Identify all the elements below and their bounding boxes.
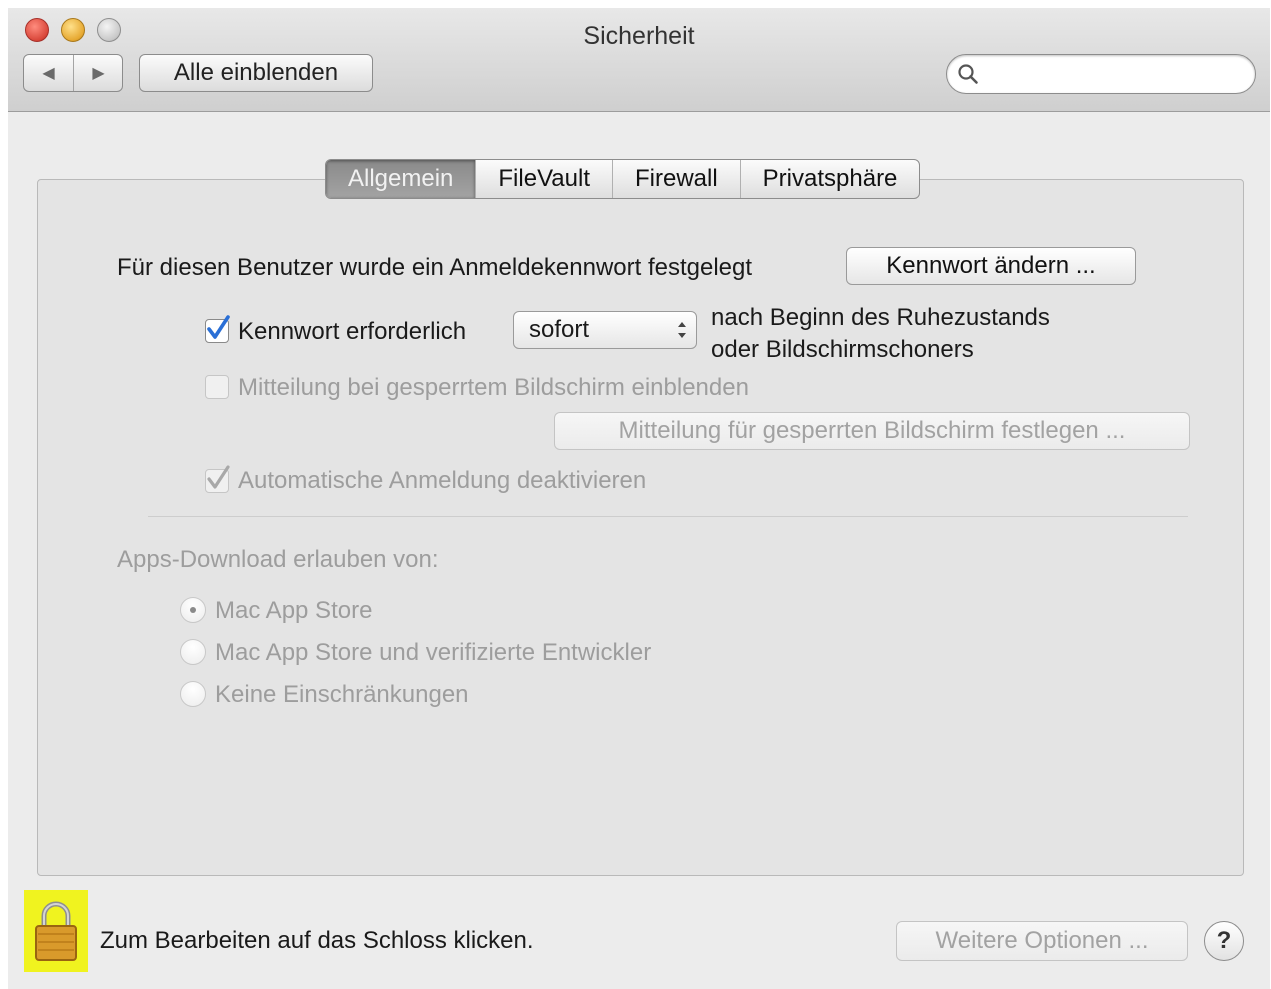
set-lock-message-button[interactable]: Mitteilung für gesperrten Bildschirm fes… [554, 412, 1190, 450]
forward-button[interactable]: ▶ [74, 55, 123, 91]
disable-autologin-checkbox[interactable] [205, 465, 230, 493]
search-field[interactable] [946, 54, 1256, 94]
updown-arrows-icon [678, 322, 686, 338]
window-title: Sicherheit [583, 22, 695, 50]
security-window: Sicherheit ◀ ▶ Alle einblenden Allgemein… [8, 8, 1270, 989]
tab-firewall[interactable]: Firewall [611, 160, 740, 198]
apps-download-heading: Apps-Download erlauben von: [117, 546, 439, 573]
magnifier-icon [958, 64, 978, 84]
radio-anywhere[interactable] [180, 681, 206, 707]
radio-selected-dot [190, 607, 196, 613]
search-input[interactable] [987, 61, 1241, 89]
tab-bar: Allgemein FileVault Firewall Privatsphär… [325, 159, 921, 199]
password-delay-popup[interactable]: sofort [513, 311, 697, 349]
triangle-left-icon: ◀ [42, 65, 55, 82]
radio-label-mac-app-store: Mac App Store [215, 597, 373, 624]
checkmark-icon [207, 465, 230, 489]
password-set-label: Für diesen Benutzer wurde ein Anmeldeken… [117, 254, 753, 281]
tab-filevault[interactable]: FileVault [475, 160, 612, 198]
delay-description-line2: oder Bildschirmschoners [711, 336, 974, 363]
triangle-right-icon: ▶ [92, 65, 105, 82]
padlock-icon [35, 901, 77, 961]
tab-allgemein[interactable]: Allgemein [326, 160, 476, 198]
radio-label-mac-app-store-identified: Mac App Store und verifizierte Entwickle… [215, 639, 652, 666]
require-password-label: Kennwort erforderlich [238, 318, 467, 345]
section-divider [148, 516, 1188, 517]
show-all-button[interactable]: Alle einblenden [139, 54, 373, 92]
change-password-button[interactable]: Kennwort ändern ... [846, 247, 1136, 285]
back-button[interactable]: ◀ [24, 55, 74, 91]
lock-button[interactable] [24, 890, 88, 972]
radio-mac-app-store-identified[interactable] [180, 639, 206, 665]
checkmark-icon [207, 315, 230, 339]
help-button[interactable]: ? [1204, 921, 1244, 961]
require-password-checkbox[interactable] [205, 315, 230, 343]
radio-mac-app-store[interactable] [180, 597, 206, 623]
password-delay-value: sofort [529, 316, 590, 343]
delay-description-line1: nach Beginn des Ruhezustands [711, 304, 1050, 331]
show-message-checkbox[interactable] [205, 375, 229, 399]
show-message-label: Mitteilung bei gesperrtem Bildschirm ein… [238, 374, 749, 401]
radio-label-anywhere: Keine Einschränkungen [215, 681, 469, 708]
lock-instruction-text: Zum Bearbeiten auf das Schloss klicken. [100, 927, 534, 954]
advanced-options-button[interactable]: Weitere Optionen ... [896, 921, 1188, 961]
disable-autologin-label: Automatische Anmeldung deaktivieren [238, 467, 647, 494]
tab-privatsphaere[interactable]: Privatsphäre [739, 160, 920, 198]
back-forward-control: ◀ ▶ [23, 54, 123, 92]
toolbar: Sicherheit ◀ ▶ Alle einblenden [8, 8, 1270, 112]
